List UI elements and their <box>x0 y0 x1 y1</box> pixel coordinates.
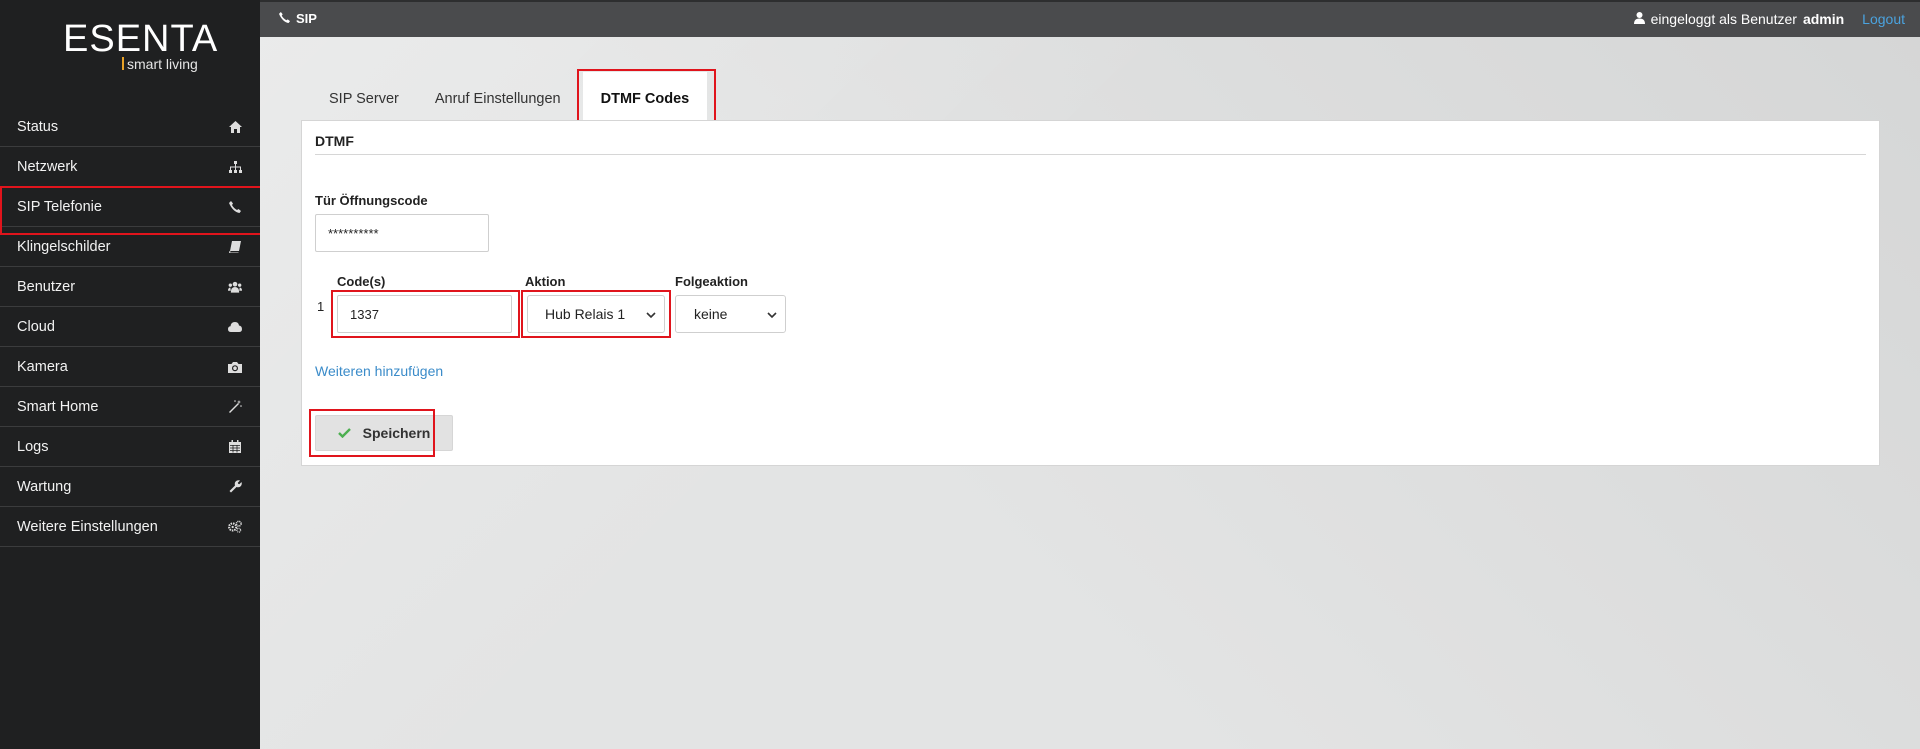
divider <box>315 154 1866 155</box>
door-code-input[interactable] <box>315 214 489 252</box>
calendar-icon <box>228 440 242 454</box>
sidebar-item-label: Cloud <box>17 318 55 335</box>
codes-label: Code(s) <box>337 274 386 289</box>
sidebar-nav: Status Netzwerk SIP Telefonie Klingelsch… <box>0 107 268 547</box>
sidebar-item-label: Netzwerk <box>17 158 78 175</box>
add-more-link[interactable]: Weiteren hinzufügen <box>315 363 443 379</box>
header-title-text: SIP <box>296 11 317 26</box>
sidebar-item-klingelschilder[interactable]: Klingelschilder <box>0 227 260 267</box>
sidebar-item-wartung[interactable]: Wartung <box>0 467 260 507</box>
chevron-down-icon <box>646 306 656 322</box>
user-icon <box>1633 11 1645 27</box>
sitemap-icon <box>228 160 242 174</box>
tab-sip-server[interactable]: SIP Server <box>311 72 417 120</box>
chevron-down-icon <box>767 306 777 322</box>
tab-bar: SIP Server Anruf Einstellungen DTMF Code… <box>311 69 716 122</box>
action-select-value: Hub Relais 1 <box>545 306 626 322</box>
sidebar-item-label: Wartung <box>17 478 72 495</box>
sidebar-item-label: Benutzer <box>17 278 76 295</box>
save-button-label: Speichern <box>362 425 431 441</box>
sidebar-item-status[interactable]: Status <box>0 107 260 147</box>
home-icon <box>228 120 242 134</box>
sidebar-item-label: Kamera <box>17 358 68 375</box>
row-number: 1 <box>317 299 325 314</box>
sidebar-item-weitere-einstellungen[interactable]: Weitere Einstellungen <box>0 507 260 547</box>
sidebar-item-label: Status <box>17 118 59 135</box>
users-icon <box>228 280 242 294</box>
logo-text: ESENTA <box>63 18 219 60</box>
username: admin <box>1802 11 1845 27</box>
phone-icon <box>228 200 242 214</box>
phone-icon <box>279 11 290 26</box>
tab-dtmf-codes[interactable]: DTMF Codes <box>576 69 716 122</box>
sidebar-item-benutzer[interactable]: Benutzer <box>0 267 260 307</box>
sidebar-item-label: Smart Home <box>17 398 99 415</box>
gears-icon <box>228 520 242 534</box>
sidebar-item-label: Weitere Einstellungen <box>17 518 158 535</box>
sidebar-item-kamera[interactable]: Kamera <box>0 347 260 387</box>
user-prefix: eingeloggt als Benutzer <box>1650 11 1797 27</box>
logo-subtitle: smart living <box>127 56 198 72</box>
followup-label: Folgeaktion <box>675 274 748 289</box>
code-input[interactable] <box>337 295 512 333</box>
action-select[interactable]: Hub Relais 1 <box>527 295 665 333</box>
door-code-label: Tür Öffnungscode <box>315 193 428 208</box>
magic-wand-icon <box>228 400 242 414</box>
sidebar-item-label: SIP Telefonie <box>17 198 102 215</box>
wrench-icon <box>228 480 242 494</box>
followup-select[interactable]: keine <box>675 295 786 333</box>
sidebar-item-logs[interactable]: Logs <box>0 427 260 467</box>
save-button[interactable]: Speichern <box>315 415 453 451</box>
followup-select-value: keine <box>694 306 728 322</box>
sidebar-item-label: Logs <box>17 438 49 455</box>
page-header-title: SIP <box>279 11 317 26</box>
sidebar-item-cloud[interactable]: Cloud <box>0 307 260 347</box>
logo: ESENTA smart living <box>0 0 260 100</box>
sidebar-item-sip-telefonie[interactable]: SIP Telefonie <box>0 186 268 235</box>
top-bar: SIP eingeloggt als Benutzer admin Logout <box>260 0 1920 37</box>
camera-icon <box>228 360 242 374</box>
book-icon <box>228 240 242 254</box>
user-info: eingeloggt als Benutzer admin Logout <box>1633 11 1905 27</box>
sidebar-item-smart-home[interactable]: Smart Home <box>0 387 260 427</box>
panel-title: DTMF <box>315 133 354 149</box>
sidebar-item-label: Klingelschilder <box>17 238 111 255</box>
action-label: Aktion <box>525 274 566 289</box>
cloud-icon <box>228 320 242 334</box>
logout-link[interactable]: Logout <box>1862 11 1905 27</box>
tab-anruf-einstellungen[interactable]: Anruf Einstellungen <box>417 72 579 120</box>
sidebar: ESENTA smart living Status Netzwerk SIP … <box>0 0 268 749</box>
dtmf-panel: DTMF Tür Öffnungscode 1 Code(s) Aktion H… <box>301 120 1880 466</box>
sidebar-item-netzwerk[interactable]: Netzwerk <box>0 147 260 187</box>
check-icon <box>337 425 351 441</box>
